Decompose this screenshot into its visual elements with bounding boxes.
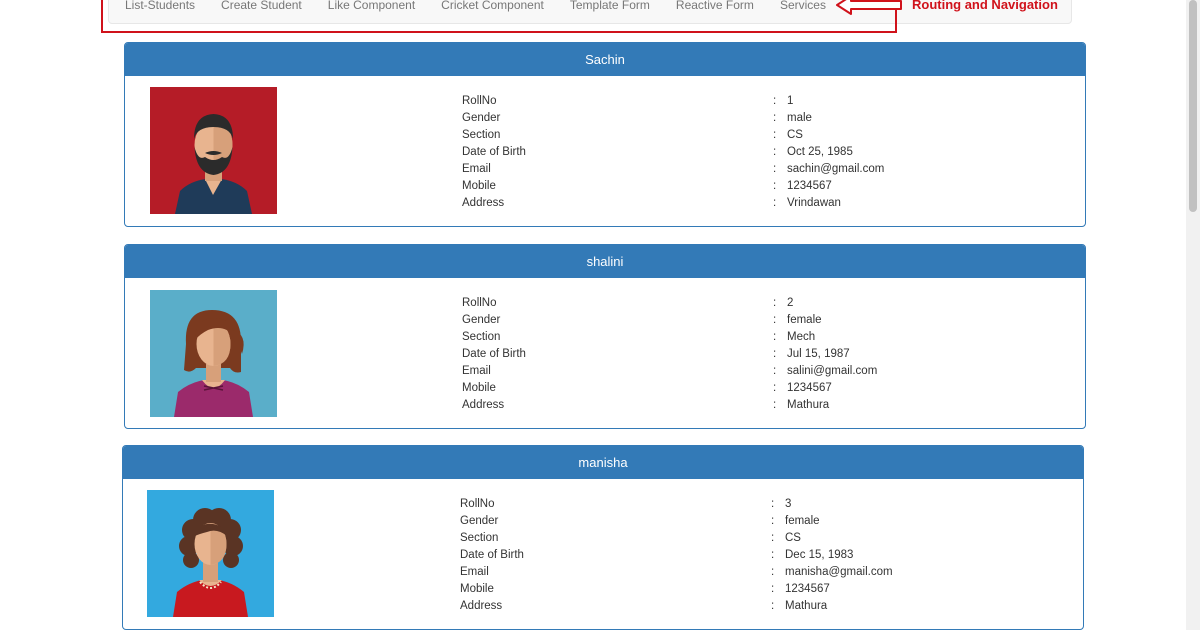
label-email: Email [462, 163, 491, 175]
value-section: CS [785, 532, 801, 544]
value-email: manisha@gmail.com [785, 566, 893, 578]
scrollbar-thumb[interactable] [1189, 0, 1197, 212]
value-gender: female [785, 515, 820, 527]
separator: : [771, 532, 775, 544]
vertical-scrollbar[interactable] [1186, 0, 1200, 630]
label-address: Address [460, 600, 503, 612]
page: List-Students Create Student Like Compon… [0, 0, 1200, 630]
label-mobile: Mobile [460, 583, 494, 595]
separator: : [773, 331, 777, 343]
value-section: Mech [787, 331, 816, 343]
separator: : [773, 399, 777, 411]
label-section: Section [462, 331, 501, 343]
value-rollno: 1 [787, 95, 794, 107]
annotation-label: Routing and Navigation [912, 0, 1058, 12]
label-rollno: RollNo [462, 95, 497, 107]
separator: : [773, 112, 777, 124]
value-address: Mathura [787, 399, 830, 411]
value-address: Vrindawan [787, 197, 841, 209]
nav-list: List-Students Create Student Like Compon… [109, 0, 839, 23]
label-section: Section [462, 129, 501, 141]
label-rollno: RollNo [460, 498, 495, 510]
value-mobile: 1234567 [785, 583, 830, 595]
label-dob: Date of Birth [460, 549, 524, 561]
separator: : [773, 146, 777, 158]
value-email: sachin@gmail.com [787, 163, 885, 175]
label-dob: Date of Birth [462, 348, 526, 360]
label-dob: Date of Birth [462, 146, 526, 158]
separator: : [773, 365, 777, 377]
value-gender: male [787, 112, 812, 124]
male-bearded-avatar-icon [150, 87, 277, 214]
value-dob: Oct 25, 1985 [787, 146, 853, 158]
value-email: salini@gmail.com [787, 365, 878, 377]
value-dob: Jul 15, 1987 [787, 348, 850, 360]
separator: : [773, 314, 777, 326]
separator: : [771, 566, 775, 578]
student-card: Sachin RollNo : 1 Gender: male Section … [124, 42, 1086, 227]
student-card-name: manisha [123, 446, 1083, 479]
student-card-name: shalini [125, 245, 1085, 278]
separator: : [771, 515, 775, 527]
label-email: Email [460, 566, 489, 578]
separator: : [773, 180, 777, 192]
label-section: Section [460, 532, 499, 544]
female-avatar-icon [150, 290, 277, 417]
separator: : [773, 95, 777, 107]
female-curly-avatar-icon [147, 490, 274, 617]
nav-link-like-component[interactable]: Like Component [315, 0, 428, 23]
student-card: manisha RollNo: 3 Gender: female Secti… [122, 445, 1084, 630]
separator: : [771, 583, 775, 595]
nav-link-template-form[interactable]: Template Form [557, 0, 663, 23]
value-rollno: 3 [785, 498, 792, 510]
value-gender: female [787, 314, 822, 326]
label-gender: Gender [462, 112, 501, 124]
nav-link-services[interactable]: Services [767, 0, 839, 23]
value-address: Mathura [785, 600, 828, 612]
separator: : [771, 498, 775, 510]
label-rollno: RollNo [462, 297, 497, 309]
value-rollno: 2 [787, 297, 794, 309]
value-dob: Dec 15, 1983 [785, 549, 854, 561]
separator: : [773, 163, 777, 175]
nav-link-cricket-component[interactable]: Cricket Component [428, 0, 557, 23]
separator: : [771, 549, 775, 561]
nav-link-list-students[interactable]: List-Students [109, 0, 208, 23]
separator: : [773, 348, 777, 360]
nav-link-reactive-form[interactable]: Reactive Form [663, 0, 767, 23]
label-mobile: Mobile [462, 382, 496, 394]
value-mobile: 1234567 [787, 382, 832, 394]
student-card-name: Sachin [125, 43, 1085, 76]
separator: : [773, 197, 777, 209]
annotation-arrow-icon [836, 0, 902, 15]
label-address: Address [462, 399, 505, 411]
label-address: Address [462, 197, 505, 209]
label-email: Email [462, 365, 491, 377]
separator: : [773, 382, 777, 394]
label-mobile: Mobile [462, 180, 496, 192]
label-gender: Gender [462, 314, 501, 326]
separator: : [771, 600, 775, 612]
value-section: CS [787, 129, 803, 141]
separator: : [773, 297, 777, 309]
label-gender: Gender [460, 515, 499, 527]
student-card: shalini RollNo: 2 Gender: female Secti… [124, 244, 1086, 429]
separator: : [773, 129, 777, 141]
nav-link-create-student[interactable]: Create Student [208, 0, 315, 23]
value-mobile: 1234567 [787, 180, 832, 192]
